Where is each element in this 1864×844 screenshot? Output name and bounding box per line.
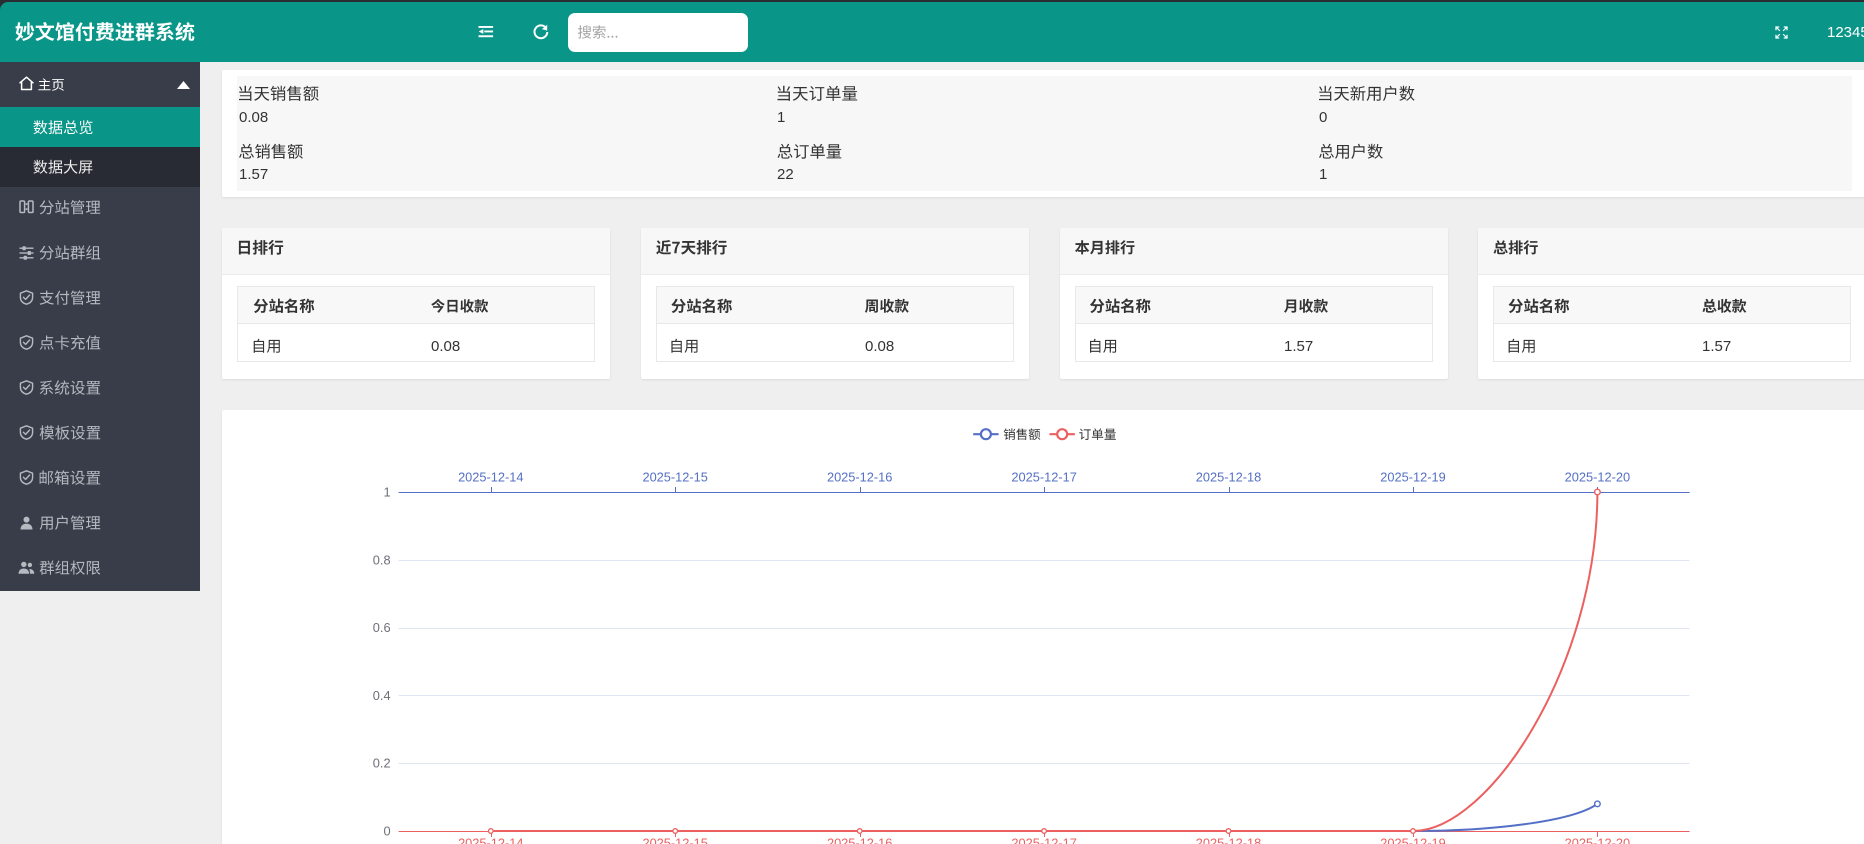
- svg-text:0.4: 0.4: [373, 688, 391, 703]
- svg-text:2025-12-17: 2025-12-17: [1011, 836, 1076, 844]
- svg-text:2025-12-15: 2025-12-15: [642, 836, 707, 844]
- svg-text:2025-12-18: 2025-12-18: [1196, 836, 1261, 844]
- svg-text:2025-12-18: 2025-12-18: [1196, 470, 1261, 485]
- svg-text:2025-12-16: 2025-12-16: [827, 470, 892, 485]
- svg-text:2025-12-19: 2025-12-19: [1380, 836, 1445, 844]
- svg-text:2025-12-15: 2025-12-15: [642, 470, 707, 485]
- svg-text:2025-12-19: 2025-12-19: [1380, 470, 1445, 485]
- svg-text:2025-12-14: 2025-12-14: [458, 470, 523, 485]
- svg-text:2025-12-20: 2025-12-20: [1565, 470, 1630, 485]
- svg-text:0.6: 0.6: [373, 620, 391, 635]
- svg-text:2025-12-17: 2025-12-17: [1011, 470, 1076, 485]
- svg-text:0.8: 0.8: [373, 552, 391, 567]
- svg-text:0: 0: [383, 824, 390, 839]
- svg-text:2025-12-14: 2025-12-14: [458, 836, 523, 844]
- svg-text:2025-12-16: 2025-12-16: [827, 836, 892, 844]
- svg-text:0.2: 0.2: [373, 756, 391, 771]
- svg-text:1: 1: [383, 485, 390, 500]
- svg-text:2025-12-20: 2025-12-20: [1565, 836, 1630, 844]
